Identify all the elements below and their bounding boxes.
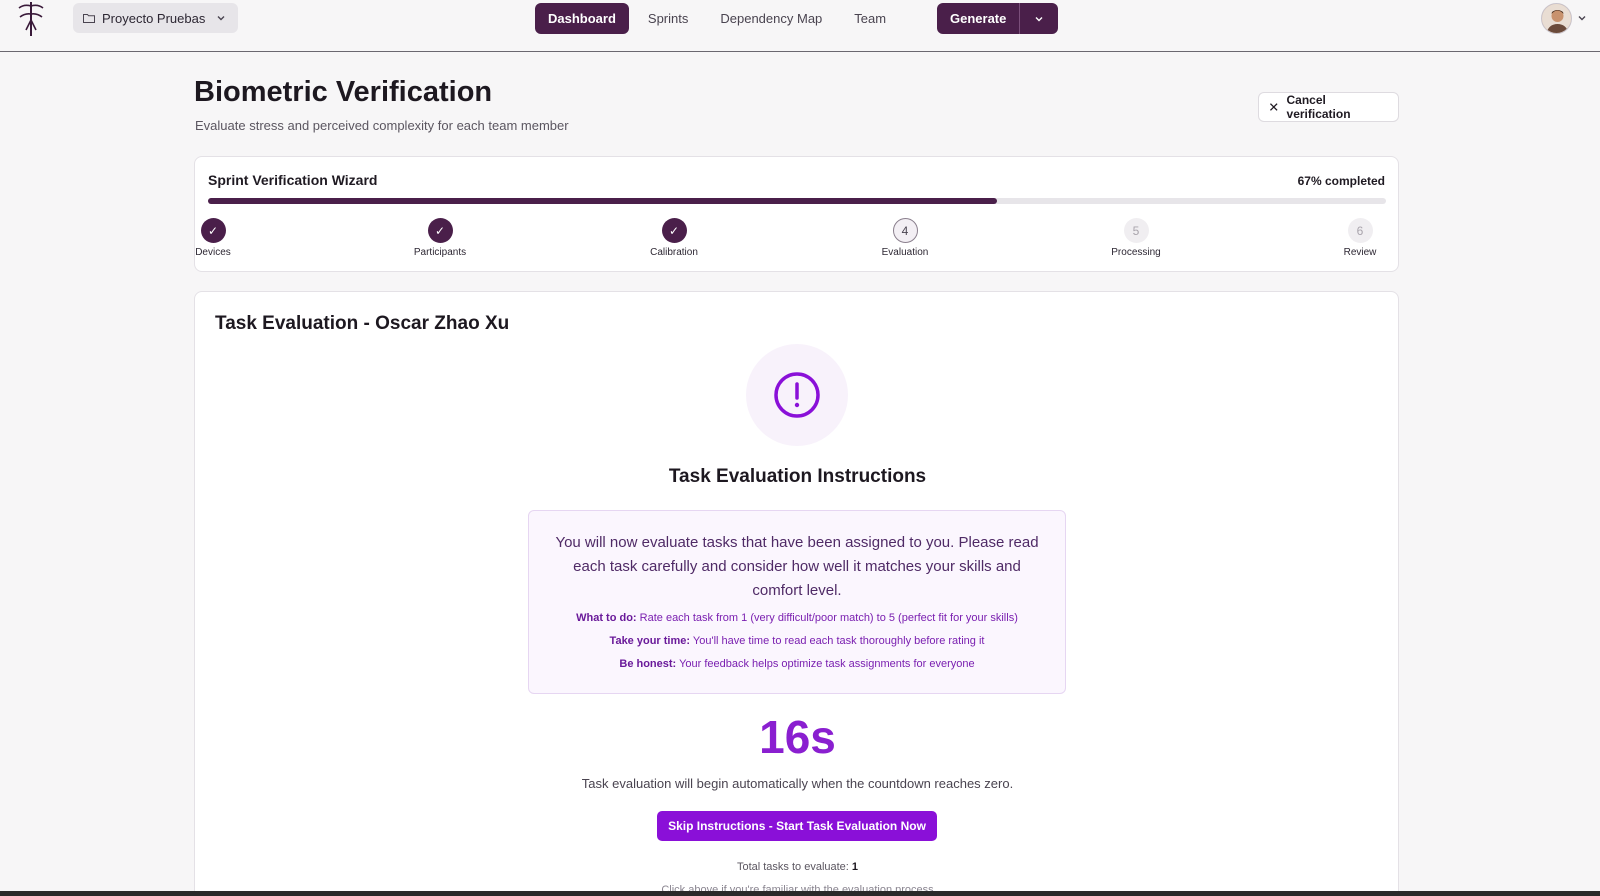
step-number: 6 — [1347, 218, 1373, 243]
wizard-title: Sprint Verification Wizard — [208, 172, 378, 188]
instructions-title: Task Evaluation Instructions — [668, 466, 927, 487]
countdown-note: Task evaluation will begin automatically… — [581, 776, 1014, 791]
app-logo-icon[interactable] — [14, 0, 48, 38]
wizard-step-label: Evaluation — [881, 247, 929, 258]
cancel-verification-button[interactable]: Cancel verification — [1258, 92, 1399, 122]
wizard-step-devices: ✓ Devices — [173, 218, 253, 258]
check-icon: ✓ — [427, 218, 453, 243]
step-number: 5 — [1123, 218, 1149, 243]
user-photo-icon — [1542, 4, 1571, 33]
folder-icon — [83, 14, 95, 23]
generate-button[interactable]: Generate — [937, 3, 1021, 34]
cancel-verification-label: Cancel verification — [1286, 93, 1351, 121]
close-icon — [1269, 103, 1278, 111]
countdown-timer: 16s — [759, 711, 836, 763]
window-bottom-edge — [0, 891, 1600, 896]
alert-circle-icon — [774, 372, 820, 418]
wizard-step-label: Participants — [413, 247, 467, 258]
instructions-lead: You will now evaluate tasks that have be… — [555, 534, 1039, 599]
wizard-progress-bar — [208, 198, 1386, 204]
generate-split-button: Generate — [937, 3, 1059, 34]
instructions-box: You will now evaluate tasks that have be… — [528, 510, 1066, 694]
wizard-step-review: 6 Review — [1320, 218, 1400, 258]
check-icon: ✓ — [200, 218, 226, 243]
wizard-step-label: Devices — [195, 247, 231, 258]
project-selector[interactable]: Proyecto Pruebas — [73, 3, 238, 33]
instruction-text: Your feedback helps optimize task assign… — [679, 658, 975, 670]
chevron-down-icon[interactable] — [1577, 13, 1587, 23]
task-evaluation-card: Task Evaluation - Oscar Zhao Xu Task Eva… — [194, 291, 1399, 896]
wizard-step-label: Calibration — [650, 247, 698, 258]
instruction-key: Be honest: — [619, 658, 677, 670]
chevron-down-icon — [1035, 16, 1043, 21]
wizard-percent: 67% completed — [1297, 174, 1385, 188]
project-label: Proyecto Pruebas — [102, 10, 206, 26]
check-icon: ✓ — [661, 218, 687, 243]
alert-icon-badge — [746, 344, 848, 446]
instruction-text: You'll have time to read each task thoro… — [692, 635, 985, 647]
wizard-progress-fill — [208, 198, 998, 204]
evaluation-title: Task Evaluation - Oscar Zhao Xu — [215, 313, 510, 334]
tab-sprints[interactable]: Sprints — [635, 3, 701, 34]
wizard-step-label: Review — [1343, 247, 1377, 258]
main-nav: Dashboard Sprints Dependency Map Team — [535, 3, 905, 34]
wizard-step-label: Processing — [1111, 247, 1161, 258]
instruction-item: What to do: Rate each task from 1 (very … — [547, 611, 1047, 626]
tab-dashboard[interactable]: Dashboard — [535, 3, 629, 34]
user-avatar[interactable] — [1541, 3, 1572, 34]
instruction-item: Take your time: You'll have time to read… — [547, 634, 1047, 649]
skip-instructions-button[interactable]: Skip Instructions - Start Task Evaluatio… — [657, 811, 937, 841]
instruction-item: Be honest: Your feedback helps optimize … — [547, 657, 1047, 672]
tab-team[interactable]: Team — [841, 3, 899, 34]
page-title: Biometric Verification — [194, 76, 493, 108]
wizard-step-participants: ✓ Participants — [400, 218, 480, 258]
total-tasks-label: Total tasks to evaluate: — [736, 861, 849, 873]
instruction-text: Rate each task from 1 (very difficult/po… — [639, 612, 1018, 624]
step-number: 4 — [892, 218, 918, 243]
chevron-down-icon — [217, 16, 225, 21]
instruction-key: What to do: — [576, 612, 637, 624]
wizard-step-processing: 5 Processing — [1096, 218, 1176, 258]
wizard-step-calibration: ✓ Calibration — [634, 218, 714, 258]
top-bar: Proyecto Pruebas Dashboard Sprints Depen… — [0, 0, 1600, 52]
total-tasks-value: 1 — [851, 861, 859, 873]
page-subtitle: Evaluate stress and perceived complexity… — [195, 118, 569, 133]
tab-dependency-map[interactable]: Dependency Map — [707, 3, 835, 34]
wizard-card: Sprint Verification Wizard 67% completed… — [194, 156, 1399, 272]
wizard-step-evaluation: 4 Evaluation — [865, 218, 945, 258]
generate-menu-button[interactable] — [1020, 3, 1059, 34]
instruction-key: Take your time: — [609, 635, 691, 647]
total-tasks: Total tasks to evaluate: 1 — [195, 861, 1400, 873]
